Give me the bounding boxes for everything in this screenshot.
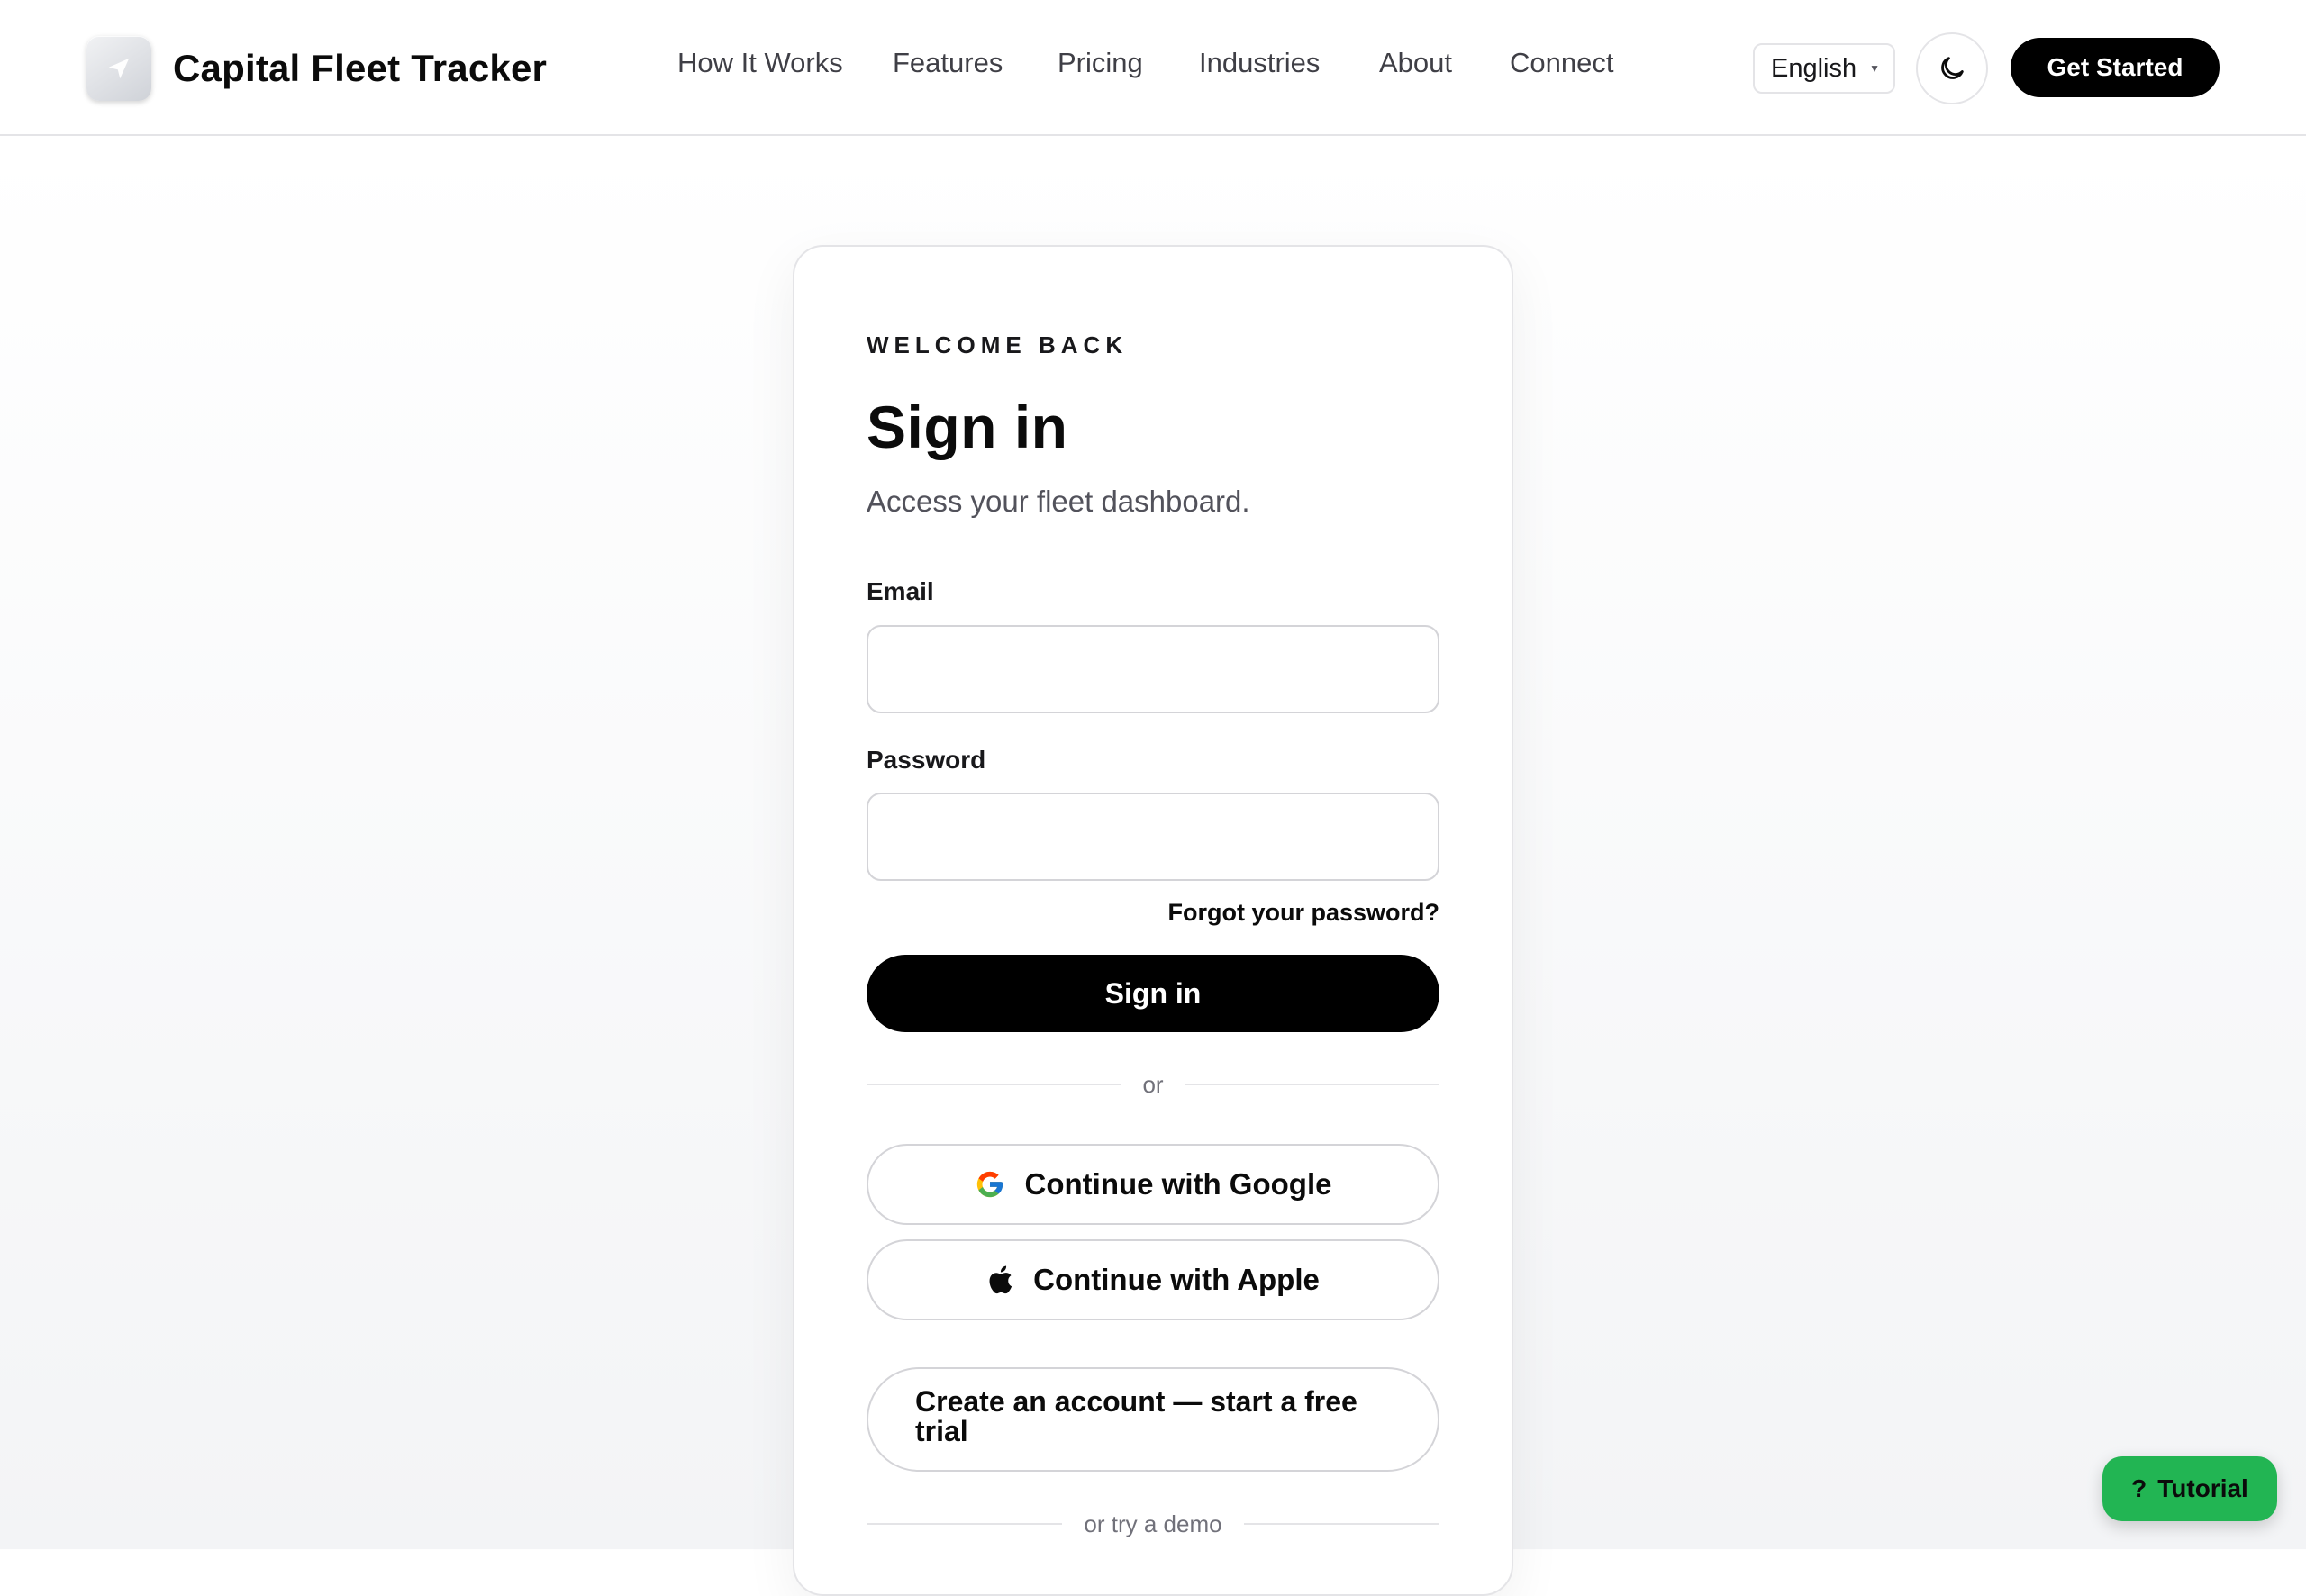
help-icon: ?: [2131, 1474, 2147, 1502]
password-field[interactable]: [867, 793, 1439, 881]
password-label: Password: [867, 746, 986, 774]
nav-connect[interactable]: Connect: [1510, 47, 1613, 79]
divider-line: [1243, 1523, 1440, 1525]
nav-industries[interactable]: Industries: [1199, 47, 1320, 79]
brand-name: Capital Fleet Tracker: [173, 47, 548, 89]
demo-divider: or try a demo: [867, 1506, 1440, 1542]
nav-about[interactable]: About: [1379, 47, 1452, 79]
theme-toggle-button[interactable]: [1916, 32, 1988, 104]
moon-icon: [1941, 57, 1964, 79]
google-icon: [975, 1169, 1005, 1200]
divider-line: [867, 1523, 1063, 1525]
divider-line: [867, 1084, 1121, 1085]
or-divider: or: [867, 1066, 1439, 1102]
nav-features[interactable]: Features: [893, 47, 1003, 79]
divider-text: or try a demo: [1084, 1510, 1222, 1537]
divider-text: or: [1142, 1070, 1164, 1098]
apple-signin-label: Continue with Apple: [1033, 1263, 1320, 1296]
eyebrow: WELCOME BACK: [867, 331, 1129, 358]
nav-how-it-works[interactable]: How It Works: [677, 47, 843, 79]
page-subtitle: Access your fleet dashboard.: [867, 485, 1250, 518]
language-select[interactable]: English ▼: [1753, 43, 1895, 94]
tutorial-button[interactable]: ? Tutorial: [2102, 1456, 2277, 1521]
apple-icon: [986, 1265, 1013, 1295]
nav-pricing[interactable]: Pricing: [1058, 47, 1143, 79]
email-label: Email: [867, 577, 934, 605]
forgot-password-link[interactable]: Forgot your password?: [1167, 899, 1439, 927]
signin-button[interactable]: Sign in: [867, 955, 1439, 1032]
signin-card: WELCOME BACK Sign in Access your fleet d…: [793, 245, 1513, 1596]
brand[interactable]: Capital Fleet Tracker: [86, 35, 547, 102]
google-signin-button[interactable]: Continue with Google: [867, 1144, 1439, 1225]
get-started-button[interactable]: Get Started: [2011, 38, 2220, 97]
chevron-down-icon: ▼: [1869, 62, 1881, 75]
page-title: Sign in: [867, 394, 1068, 460]
apple-signin-button[interactable]: Continue with Apple: [867, 1239, 1439, 1320]
language-value: English: [1771, 53, 1857, 83]
divider-line: [1185, 1084, 1439, 1085]
tutorial-label: Tutorial: [2157, 1474, 2248, 1502]
google-signin-label: Continue with Google: [1024, 1167, 1332, 1201]
site-header: Capital Fleet Tracker How It Works Featu…: [0, 0, 2306, 136]
create-account-button[interactable]: Create an account — start a free trial: [867, 1367, 1439, 1472]
logo: [86, 36, 151, 101]
navigation-arrow-icon: [108, 58, 130, 79]
email-field[interactable]: [867, 625, 1439, 713]
